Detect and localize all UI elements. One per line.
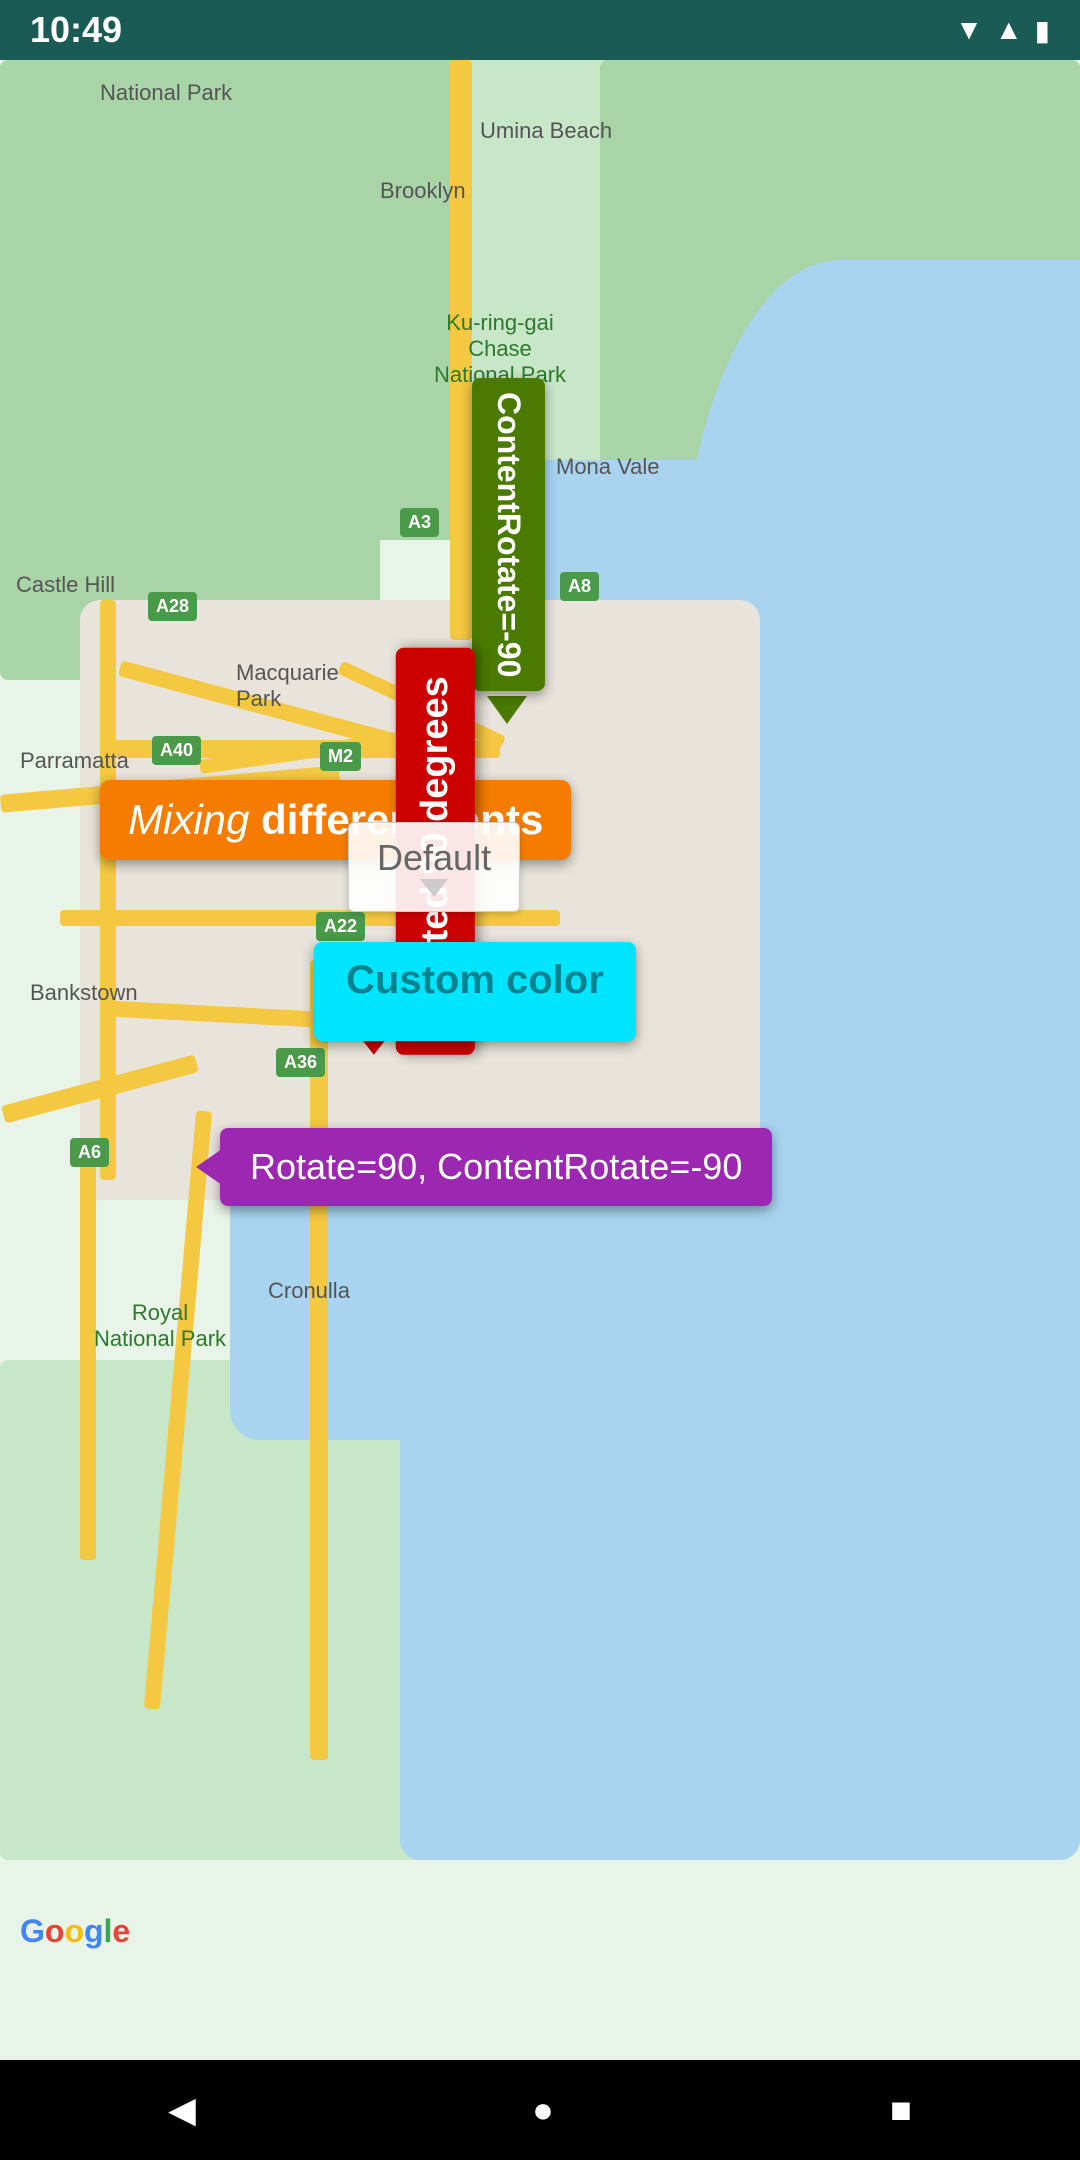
shield-a8: A8	[560, 572, 599, 601]
label-umina-beach: Umina Beach	[480, 118, 612, 144]
shield-a40: A40	[152, 736, 201, 765]
google-logo: Google	[20, 1913, 130, 1950]
shield-a36: A36	[276, 1048, 325, 1077]
content-rotate-arrow	[487, 696, 527, 724]
road-princes-hwy	[310, 960, 328, 1760]
label-mona-vale: Mona Vale	[556, 454, 660, 480]
road-ns-west	[100, 600, 116, 1180]
content-rotate-inner: ContentRotate=-90	[472, 378, 545, 691]
label-macquarie-park: MacquariePark	[236, 660, 339, 712]
wifi-icon: ▼	[955, 14, 983, 46]
label-cronulla: Cronulla	[268, 1278, 350, 1304]
label-ku-ring-gai: Ku-ring-gaiChaseNational Park	[400, 310, 600, 388]
shield-a28: A28	[148, 592, 197, 621]
label-bankstown: Bankstown	[30, 980, 138, 1006]
label-default: Default	[348, 822, 520, 912]
battery-icon: ▮	[1035, 14, 1050, 47]
shield-a6: A6	[70, 1138, 109, 1167]
mixing-italic: Mixing	[128, 796, 249, 843]
map-container[interactable]: A3 A8 A28 A40 M2 M4 A22 A36 A6 M1 Nation…	[0, 60, 1080, 2060]
rotate-content-arrow	[196, 1149, 222, 1185]
default-arrow	[420, 879, 448, 897]
content-rotate-text: ContentRotate=-90	[490, 392, 527, 677]
default-text: Default	[377, 837, 491, 879]
recents-button[interactable]: ■	[890, 2089, 912, 2131]
label-rotate-content: Rotate=90, ContentRotate=-90	[220, 1128, 772, 1206]
signal-icon: ▲	[995, 14, 1023, 46]
map-background: A3 A8 A28 A40 M2 M4 A22 A36 A6 M1 Nation…	[0, 60, 1080, 2060]
road-ns-west2	[80, 1160, 96, 1560]
custom-color-arrow	[457, 1003, 493, 1025]
status-time: 10:49	[30, 9, 122, 51]
label-parramatta: Parramatta	[20, 748, 129, 774]
home-button[interactable]: ●	[532, 2089, 554, 2131]
label-national-park: National Park	[100, 80, 232, 106]
status-icons: ▼ ▲ ▮	[955, 14, 1050, 47]
nav-bar: ◀ ● ■	[0, 2060, 1080, 2160]
label-brooklyn: Brooklyn	[380, 178, 466, 204]
label-content-rotate: ContentRotate=-90	[472, 378, 542, 724]
custom-color-text: Custom color	[346, 958, 604, 1003]
back-button[interactable]: ◀	[168, 2089, 196, 2131]
road-cross1	[60, 910, 560, 926]
label-custom-color: Custom color	[314, 942, 636, 1041]
label-royal-national-park: RoyalNational Park	[60, 1300, 260, 1352]
label-castle-hill: Castle Hill	[16, 572, 115, 598]
rotate-content-text: Rotate=90, ContentRotate=-90	[250, 1146, 742, 1188]
shield-a3: A3	[400, 508, 439, 537]
status-bar: 10:49 ▼ ▲ ▮	[0, 0, 1080, 60]
